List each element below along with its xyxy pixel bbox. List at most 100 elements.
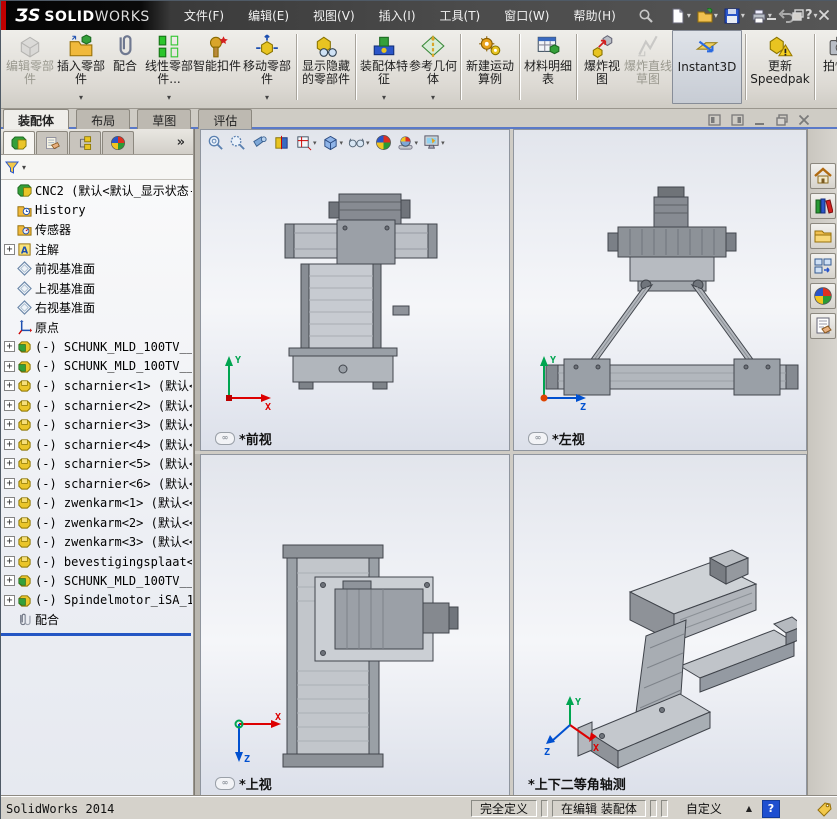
view-orientation-icon[interactable]: ▾ [295, 134, 317, 151]
menu-view[interactable]: 视图(V) [301, 2, 367, 29]
mate-button[interactable]: 配合 [105, 30, 145, 104]
expand-toggle[interactable]: + [4, 361, 15, 372]
model-front-view[interactable] [281, 188, 441, 398]
tree-item-component[interactable]: + (-) bevestigingsplaat<1> (默 [1, 552, 192, 572]
linear-pattern-button[interactable]: 线性零部件... ▾ [145, 30, 193, 104]
tag-icon[interactable] [816, 801, 832, 817]
chevron-expand-icon[interactable]: » [177, 135, 191, 154]
menu-tools[interactable]: 工具(T) [428, 2, 493, 29]
tree-item-component[interactable]: + (-) scharnier<5> (默认<<默 [1, 454, 192, 474]
tree-item-component[interactable]: + (-) zwenkarm<3> (默认<<默 [1, 532, 192, 552]
snapshot-button[interactable]: 拍快照 [818, 30, 837, 104]
motion-study-button[interactable]: 新建运动算例 [464, 30, 516, 104]
open-icon[interactable]: ▾ [695, 7, 720, 25]
viewport-isometric[interactable]: YXZ *上下二等角轴测 [513, 454, 807, 796]
toggle-right-pane-icon[interactable] [731, 111, 744, 130]
menu-insert[interactable]: 插入(I) [367, 2, 428, 29]
tree-item-right-plane[interactable]: 右视基准面 [1, 298, 192, 318]
assembly-features-button[interactable]: 装配体特征 ▾ [359, 30, 409, 104]
custom-properties-button[interactable] [810, 313, 836, 339]
design-library-button[interactable] [810, 193, 836, 219]
display-style-icon[interactable]: ▾ [322, 134, 344, 151]
tree-item-component[interactable]: + (-) scharnier<6> (默认<<默 [1, 474, 192, 494]
appearances-button[interactable] [810, 283, 836, 309]
filter-dropdown-icon[interactable]: ▾ [22, 163, 26, 172]
expand-toggle[interactable]: + [4, 556, 15, 567]
expand-toggle[interactable]: + [4, 575, 15, 586]
tree-item-component[interactable]: + (-) scharnier<4> (默认<<默 [1, 435, 192, 455]
smart-fasteners-button[interactable]: 智能扣件 [193, 30, 241, 104]
file-explorer-button[interactable] [810, 223, 836, 249]
expand-toggle[interactable]: + [4, 244, 15, 255]
tree-item-sensors[interactable]: 传感器 [1, 220, 192, 240]
tree-item-history[interactable]: History [1, 201, 192, 221]
units-selector[interactable]: 自定义 [672, 800, 736, 817]
instant3d-button[interactable]: Instant3D [672, 30, 742, 104]
close-icon[interactable] [818, 6, 830, 25]
tree-item-top-plane[interactable]: 上视基准面 [1, 279, 192, 299]
tree-splitter[interactable] [1, 633, 191, 636]
expand-toggle[interactable]: + [4, 517, 15, 528]
tree-item-front-plane[interactable]: 前视基准面 [1, 259, 192, 279]
expand-toggle[interactable]: + [4, 380, 15, 391]
show-hidden-button[interactable]: 显示隐藏的零部件 [300, 30, 352, 104]
update-speedpak-button[interactable]: 更新 Speedpak [749, 30, 811, 104]
appearance-icon[interactable] [375, 134, 392, 151]
tree-item-mates[interactable]: 配合 [1, 610, 192, 630]
viewport-top[interactable]: XZ ∞ *上视 [200, 454, 510, 796]
toggle-left-pane-icon[interactable] [708, 111, 721, 130]
new-document-icon[interactable]: ▾ [668, 7, 693, 25]
zoom-area-icon[interactable] [229, 134, 246, 151]
tree-item-component[interactable]: + (-) zwenkarm<2> (默认<<默 [1, 513, 192, 533]
section-view-icon[interactable] [273, 134, 290, 151]
units-dropdown-icon[interactable]: ▲ [746, 804, 752, 813]
tree-item-component[interactable]: + (-) scharnier<2> (默认<<默 [1, 396, 192, 416]
doc-minimize-icon[interactable] [754, 111, 766, 130]
tab-assembly[interactable]: 装配体 [3, 109, 69, 130]
tab-configuration-manager[interactable] [69, 131, 101, 154]
view-palette-button[interactable] [810, 253, 836, 279]
expand-toggle[interactable]: + [4, 419, 15, 430]
menu-help[interactable]: 帮助(H) [561, 2, 627, 29]
tab-feature-tree[interactable] [3, 131, 35, 154]
exploded-view-button[interactable]: 爆炸视图 [580, 30, 624, 104]
tree-item-origin[interactable]: 原点 [1, 318, 192, 338]
home-button[interactable] [810, 163, 836, 189]
viewport-left[interactable]: YZ ∞ *左视 [513, 129, 807, 451]
dropdown-arrow-icon[interactable]: ▾ [167, 94, 171, 104]
insert-component-button[interactable]: 插入零部件 ▾ [57, 30, 105, 104]
save-icon[interactable]: ▾ [722, 7, 747, 25]
tree-item-component[interactable]: + (-) zwenkarm<1> (默认<<默 [1, 493, 192, 513]
dropdown-arrow-icon[interactable]: ▾ [382, 94, 386, 104]
search-icon[interactable] [636, 7, 656, 25]
viewport-front[interactable]: ▾ ▾ ▾ ▾ ▾ [200, 129, 510, 451]
menu-edit[interactable]: 编辑(E) [236, 2, 301, 29]
tab-property-manager[interactable] [36, 131, 68, 154]
doc-restore-icon[interactable] [776, 111, 788, 130]
tab-display-manager[interactable] [102, 131, 134, 154]
dropdown-arrow-icon[interactable]: ▾ [431, 94, 435, 104]
tab-sketch[interactable]: 草图 [137, 109, 191, 130]
tree-item-component[interactable]: + (-) scharnier<3> (默认<<默 [1, 415, 192, 435]
minimize-icon[interactable] [766, 6, 778, 25]
bom-button[interactable]: 材料明细表 [523, 30, 573, 104]
dropdown-arrow-icon[interactable]: ▾ [79, 94, 83, 104]
hide-show-icon[interactable]: ▾ [348, 134, 370, 151]
filter-icon[interactable] [5, 160, 19, 174]
restore-icon[interactable] [792, 6, 804, 25]
expand-toggle[interactable]: + [4, 478, 15, 489]
expand-toggle[interactable]: + [4, 497, 15, 508]
expand-toggle[interactable]: + [4, 595, 15, 606]
expand-toggle[interactable]: + [4, 341, 15, 352]
doc-close-icon[interactable] [798, 111, 810, 130]
tree-item-component[interactable]: + (-) SCHUNK_MLD_100TV__200 [1, 337, 192, 357]
reference-geometry-button[interactable]: 参考几何体 ▾ [409, 30, 457, 104]
menu-window[interactable]: 窗口(W) [492, 2, 561, 29]
tab-layout[interactable]: 布局 [76, 109, 130, 130]
dropdown-arrow-icon[interactable]: ▾ [265, 94, 269, 104]
tree-item-component[interactable]: + (-) Spindelmotor_iSA_1500 [1, 591, 192, 611]
scene-icon[interactable]: ▾ [397, 134, 419, 151]
expand-toggle[interactable]: + [4, 439, 15, 450]
tab-evaluate[interactable]: 评估 [198, 109, 252, 130]
tree-item-component[interactable]: + (-) SCHUNK_MLD_100TV__200 [1, 357, 192, 377]
